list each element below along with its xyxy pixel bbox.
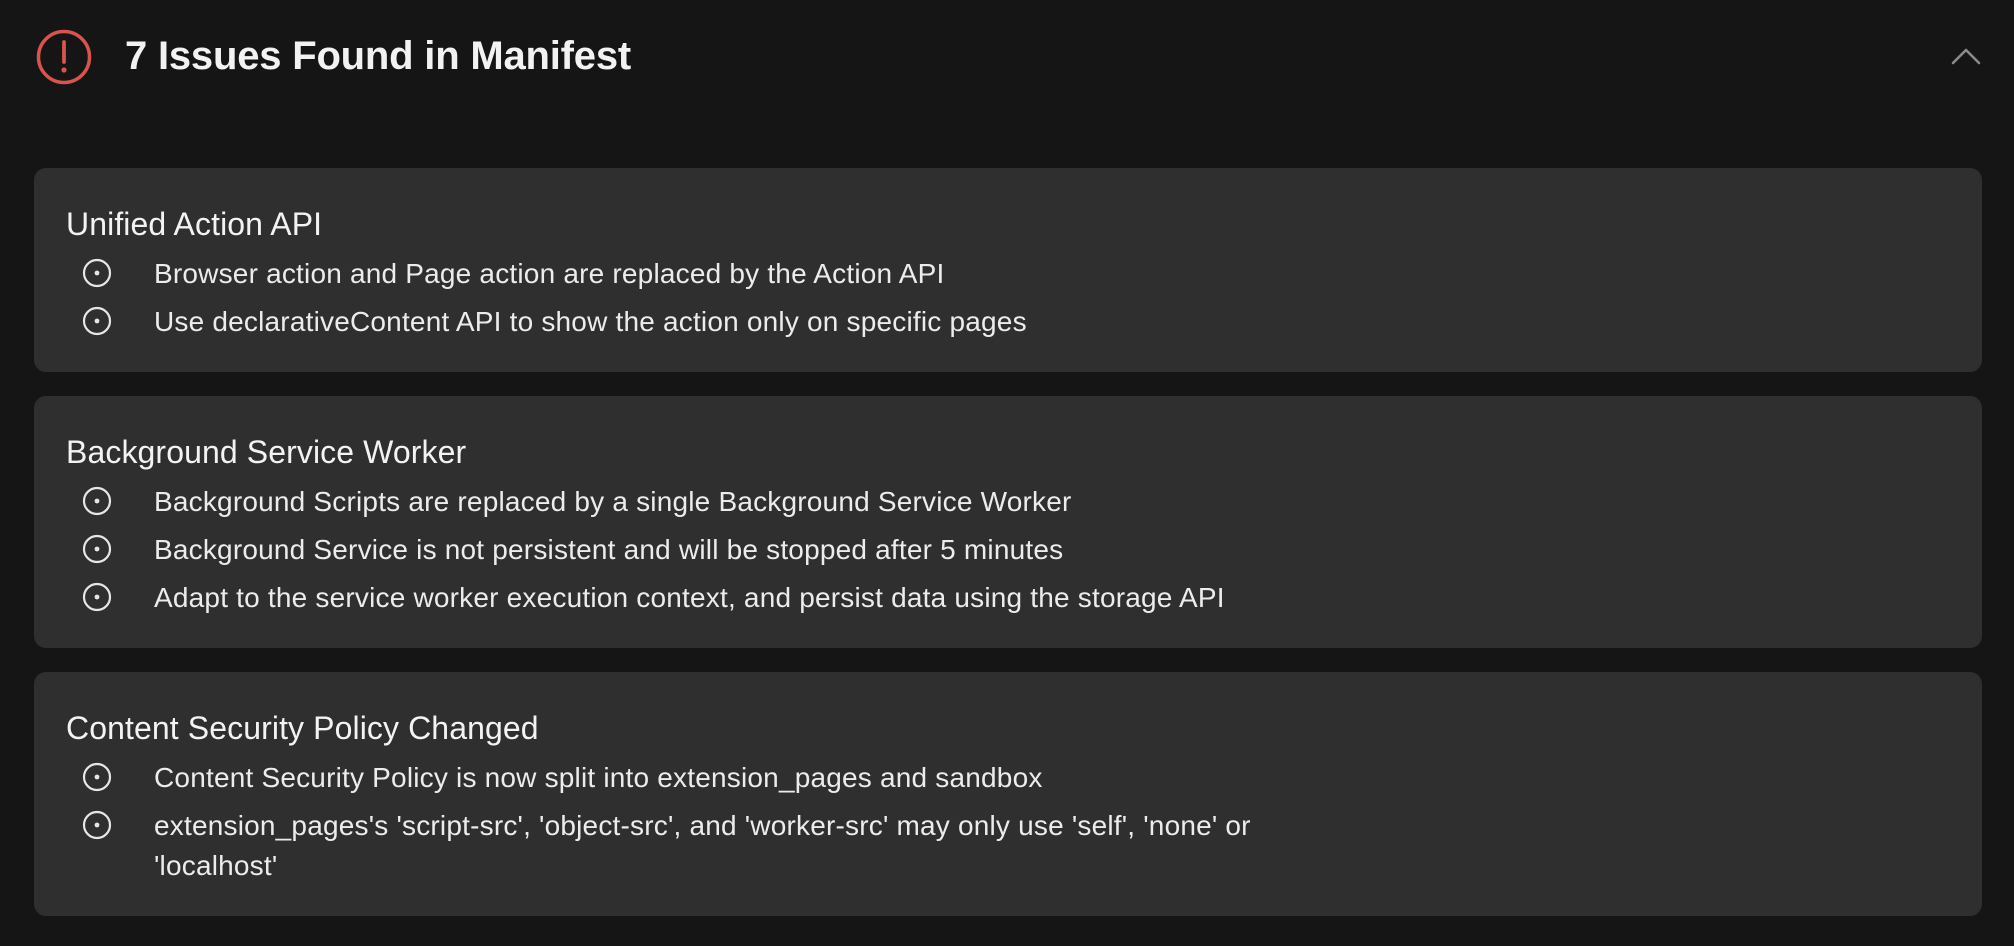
issue-item: Browser action and Page action are repla… xyxy=(66,254,1950,294)
issue-text: Browser action and Page action are repla… xyxy=(154,258,945,289)
dot-circle-icon xyxy=(82,810,112,840)
section-title: Content Security Policy Changed xyxy=(66,710,539,746)
issue-item: Content Security Policy is now split int… xyxy=(66,758,1950,798)
dot-circle-icon xyxy=(82,762,112,792)
dot-circle-icon xyxy=(82,534,112,564)
issue-text: Background Scripts are replaced by a sin… xyxy=(154,486,1072,517)
issue-section-card: Background Service Worker Background Scri… xyxy=(34,396,1982,648)
chevron-up-icon[interactable] xyxy=(1950,40,1982,72)
issue-text: Background Service is not persistent and… xyxy=(154,534,1064,565)
issue-text: Adapt to the service worker execution co… xyxy=(154,582,1225,613)
issues-header: 7 Issues Found in Manifest xyxy=(0,0,2014,112)
issue-item: Use declarativeContent API to show the a… xyxy=(66,302,1950,342)
issue-item: Adapt to the service worker execution co… xyxy=(66,578,1950,618)
issue-item: extension_pages's 'script-src', 'object-… xyxy=(66,806,1950,886)
dot-circle-icon xyxy=(82,306,112,336)
dot-circle-icon xyxy=(82,582,112,612)
page-title: 7 Issues Found in Manifest xyxy=(125,34,631,78)
dot-circle-icon xyxy=(82,486,112,516)
issue-text: extension_pages's 'script-src', 'object-… xyxy=(154,810,1251,881)
alert-circle-icon xyxy=(36,29,92,85)
issue-text: Content Security Policy is now split int… xyxy=(154,762,1043,793)
issue-section-card: Content Security Policy Changed Content S… xyxy=(34,672,1982,916)
issue-item: Background Scripts are replaced by a sin… xyxy=(66,482,1950,522)
dot-circle-icon xyxy=(82,258,112,288)
section-title: Background Service Worker xyxy=(66,434,467,470)
issues-list: Unified Action API Browser action and Pag… xyxy=(34,168,1982,940)
issue-item: Background Service is not persistent and… xyxy=(66,530,1950,570)
issue-section-card: Unified Action API Browser action and Pag… xyxy=(34,168,1982,372)
section-title: Unified Action API xyxy=(66,206,323,242)
issue-text: Use declarativeContent API to show the a… xyxy=(154,306,1027,337)
